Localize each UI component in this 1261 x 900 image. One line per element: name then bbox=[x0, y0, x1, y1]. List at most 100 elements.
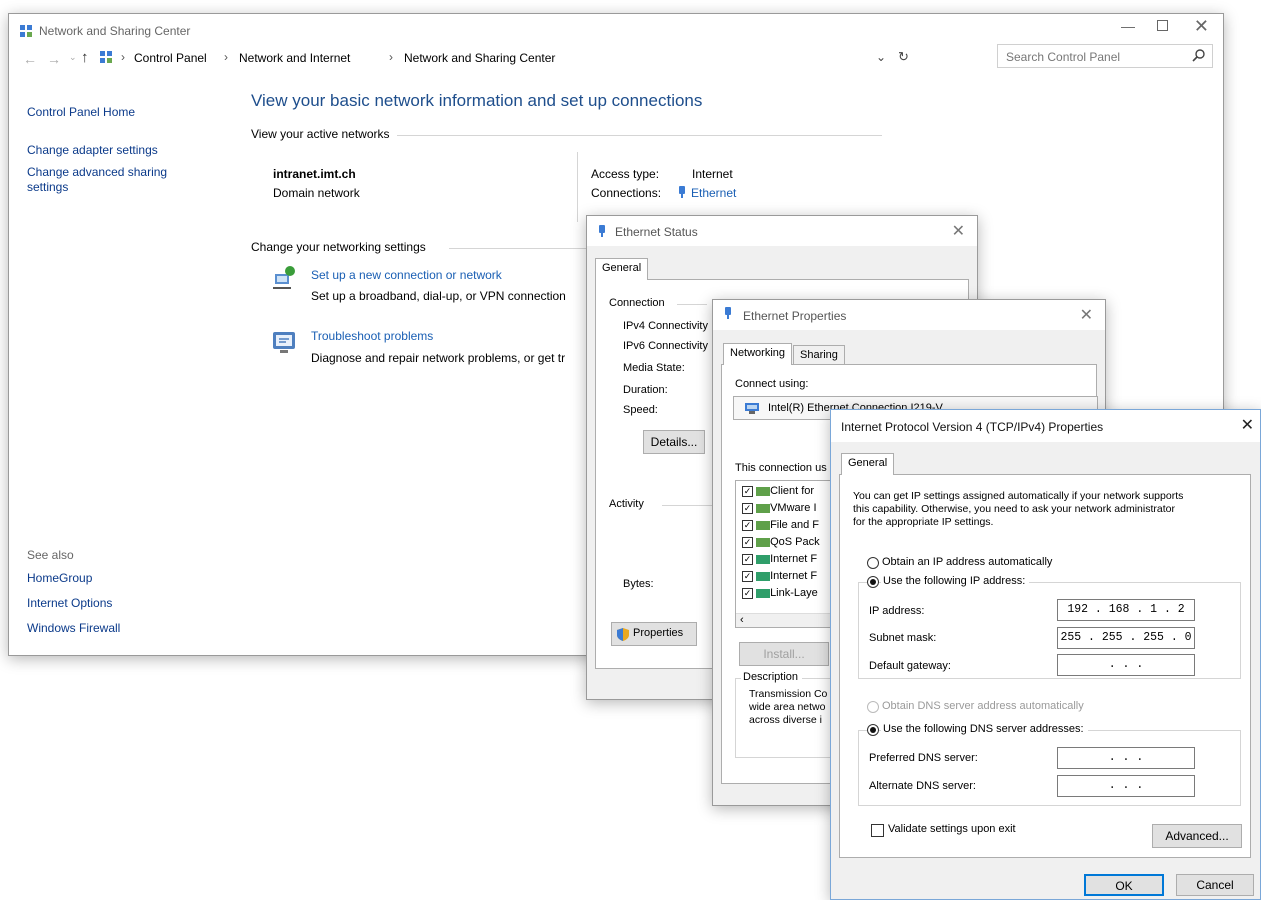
change-settings-label: Change your networking settings bbox=[251, 240, 426, 254]
breadcrumb-network-internet[interactable]: Network and Internet bbox=[239, 51, 350, 65]
control-panel-icon bbox=[99, 50, 113, 67]
connect-using-label: Connect using: bbox=[735, 378, 809, 390]
close-icon[interactable]: ✕ bbox=[952, 221, 965, 241]
connection-items-list[interactable]: ✓ Client for ✓ VMware I ✓ File and F ✓ Q… bbox=[735, 480, 835, 628]
window-title: Ethernet Properties bbox=[743, 309, 847, 323]
alternate-dns-field[interactable]: . . . bbox=[1057, 775, 1195, 797]
connections-ethernet-link[interactable]: Ethernet bbox=[691, 186, 736, 200]
validate-label[interactable]: Validate settings upon exit bbox=[888, 823, 1016, 835]
ipv4-properties-dialog: Internet Protocol Version 4 (TCP/IPv4) P… bbox=[830, 409, 1261, 900]
list-item[interactable]: ✓ Internet F bbox=[742, 570, 817, 582]
use-following-ip-label[interactable]: Use the following IP address: bbox=[881, 575, 1030, 587]
ethernet-icon bbox=[723, 306, 733, 323]
subnet-mask-field[interactable]: 255 . 255 . 255 . 0 bbox=[1057, 627, 1195, 649]
use-following-ip-radio[interactable] bbox=[867, 576, 879, 588]
bytes-label: Bytes: bbox=[623, 578, 654, 590]
recent-dropdown-icon[interactable]: ⌄ bbox=[69, 52, 77, 63]
back-button[interactable]: ← bbox=[23, 51, 37, 67]
up-button[interactable]: ↑ bbox=[81, 49, 89, 66]
breadcrumb-control-panel[interactable]: Control Panel bbox=[134, 51, 207, 65]
use-following-dns-label[interactable]: Use the following DNS server addresses: bbox=[881, 723, 1088, 735]
details-button[interactable]: Details... bbox=[643, 430, 705, 454]
ipv4-connectivity-label: IPv4 Connectivity bbox=[623, 320, 708, 332]
obtain-dns-auto-label[interactable]: Obtain DNS server address automatically bbox=[882, 700, 1084, 712]
page-title: View your basic network information and … bbox=[251, 91, 703, 110]
breadcrumb-network-sharing-center[interactable]: Network and Sharing Center bbox=[404, 51, 555, 65]
ip-address-label: IP address: bbox=[869, 605, 925, 617]
chevron-left-icon[interactable]: ‹ bbox=[740, 614, 744, 626]
list-scrollbar[interactable]: ‹ bbox=[736, 613, 834, 627]
intro-text-line: You can get IP settings assigned automat… bbox=[853, 490, 1184, 502]
close-icon[interactable]: ✕ bbox=[1080, 305, 1093, 325]
close-icon[interactable]: ✕ bbox=[1194, 16, 1209, 37]
see-also-internet-options[interactable]: Internet Options bbox=[27, 596, 112, 610]
description-line: across diverse i bbox=[749, 714, 822, 726]
connection-items-label: This connection us bbox=[735, 462, 827, 474]
network-name: intranet.imt.ch bbox=[273, 167, 356, 181]
new-connection-icon bbox=[271, 264, 297, 293]
tab-general[interactable]: General bbox=[841, 453, 895, 475]
sidebar-link-change-advanced-sharing[interactable]: Change advanced sharing settings bbox=[27, 165, 197, 195]
sidebar-link-change-adapter-settings[interactable]: Change adapter settings bbox=[27, 143, 158, 157]
active-networks-label: View your active networks bbox=[251, 127, 390, 141]
chevron-right-icon: › bbox=[224, 50, 228, 64]
duration-label: Duration: bbox=[623, 384, 668, 396]
speed-label: Speed: bbox=[623, 404, 658, 416]
troubleshoot-link[interactable]: Troubleshoot problems bbox=[311, 329, 433, 343]
item-icon bbox=[756, 520, 771, 530]
cancel-button[interactable]: Cancel bbox=[1176, 874, 1254, 896]
refresh-icon[interactable]: ↻ bbox=[898, 49, 909, 65]
validate-checkbox[interactable] bbox=[871, 824, 884, 837]
list-item[interactable]: ✓ VMware I bbox=[742, 502, 817, 514]
shield-icon bbox=[616, 627, 630, 645]
forward-button[interactable]: → bbox=[47, 51, 61, 67]
maximize-button[interactable] bbox=[1157, 20, 1168, 31]
sidebar-link-control-panel-home[interactable]: Control Panel Home bbox=[27, 105, 135, 119]
address-dropdown-icon[interactable]: ⌄ bbox=[876, 50, 886, 64]
list-item[interactable]: ✓ Internet F bbox=[742, 553, 817, 565]
tab-sharing[interactable]: Sharing bbox=[793, 345, 845, 364]
item-icon bbox=[756, 554, 771, 564]
see-also-homegroup[interactable]: HomeGroup bbox=[27, 571, 92, 585]
network-type[interactable]: Domain network bbox=[273, 186, 360, 200]
ok-button[interactable]: OK bbox=[1084, 874, 1164, 896]
description-label: Description bbox=[741, 671, 803, 683]
tab-networking[interactable]: Networking bbox=[723, 343, 793, 365]
active-networks-divider bbox=[397, 135, 882, 136]
install-button[interactable]: Install... bbox=[739, 642, 829, 666]
item-icon bbox=[756, 571, 771, 581]
setup-connection-link[interactable]: Set up a new connection or network bbox=[311, 268, 502, 282]
search-icon[interactable] bbox=[1192, 48, 1206, 65]
network-center-icon bbox=[19, 24, 33, 41]
setup-connection-desc: Set up a broadband, dial-up, or VPN conn… bbox=[311, 289, 566, 303]
obtain-ip-auto-label[interactable]: Obtain an IP address automatically bbox=[882, 556, 1052, 568]
advanced-button[interactable]: Advanced... bbox=[1152, 824, 1242, 848]
obtain-ip-auto-radio[interactable] bbox=[867, 557, 879, 569]
list-item[interactable]: ✓ Link-Laye bbox=[742, 587, 818, 599]
close-icon[interactable]: ✕ bbox=[1241, 415, 1254, 435]
minimize-button[interactable]: — bbox=[1121, 18, 1135, 34]
default-gateway-field[interactable]: . . . bbox=[1057, 654, 1195, 676]
item-icon bbox=[756, 503, 771, 513]
obtain-dns-auto-radio[interactable] bbox=[867, 701, 879, 713]
search-box[interactable]: Search Control Panel bbox=[997, 44, 1213, 68]
troubleshoot-icon bbox=[271, 329, 297, 358]
list-item[interactable]: ✓ File and F bbox=[742, 519, 819, 531]
activity-divider bbox=[662, 505, 712, 506]
properties-button[interactable]: Properties bbox=[611, 622, 697, 646]
network-divider bbox=[577, 152, 578, 222]
list-item[interactable]: ✓ QoS Pack bbox=[742, 536, 820, 548]
network-adapter-icon bbox=[744, 401, 760, 418]
search-input[interactable]: Search Control Panel bbox=[1006, 50, 1120, 64]
list-item[interactable]: ✓ Client for bbox=[742, 485, 814, 497]
item-icon bbox=[756, 537, 771, 547]
use-following-dns-radio[interactable] bbox=[867, 724, 879, 736]
default-gateway-label: Default gateway: bbox=[869, 660, 951, 672]
description-line: Transmission Co bbox=[749, 688, 828, 700]
ethernet-icon bbox=[597, 224, 607, 241]
preferred-dns-label: Preferred DNS server: bbox=[869, 752, 978, 764]
see-also-windows-firewall[interactable]: Windows Firewall bbox=[27, 621, 120, 635]
preferred-dns-field[interactable]: . . . bbox=[1057, 747, 1195, 769]
tab-general[interactable]: General bbox=[595, 258, 649, 280]
ip-address-field[interactable]: 192 . 168 . 1 . 2 bbox=[1057, 599, 1195, 621]
